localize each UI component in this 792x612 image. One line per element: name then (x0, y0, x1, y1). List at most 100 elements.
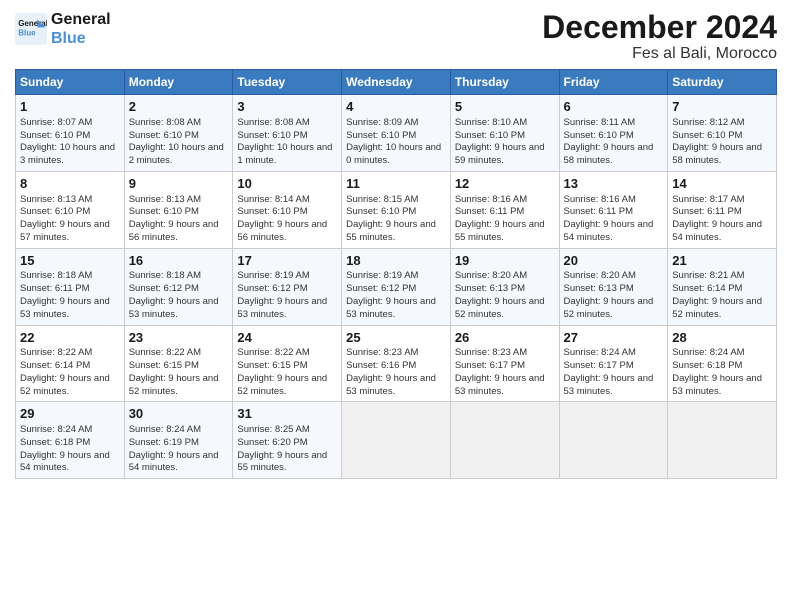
table-row: 4Sunrise: 8:09 AMSunset: 6:10 PMDaylight… (342, 95, 451, 172)
sunset-label: Sunset: 6:14 PM (672, 283, 742, 294)
table-row: 13Sunrise: 8:16 AMSunset: 6:11 PMDayligh… (559, 171, 668, 248)
sunrise-label: Sunrise: 8:09 AM (346, 117, 418, 128)
sunrise-label: Sunrise: 8:18 AM (129, 270, 201, 281)
sunrise-label: Sunrise: 8:13 AM (20, 194, 92, 205)
col-wednesday: Wednesday (342, 70, 451, 95)
calendar-week-row: 29Sunrise: 8:24 AMSunset: 6:18 PMDayligh… (16, 402, 777, 479)
day-number: 14 (672, 175, 772, 193)
sunrise-label: Sunrise: 8:19 AM (237, 270, 309, 281)
sunset-label: Sunset: 6:13 PM (564, 283, 634, 294)
table-row: 16Sunrise: 8:18 AM Sunset: 6:12 PM Dayligh… (124, 248, 233, 325)
sunset-label: Sunset: 6:20 PM (237, 437, 307, 448)
sunset-label: Sunset: 6:10 PM (129, 130, 199, 141)
daylight-label: Daylight: 9 hours and 54 minutes. (672, 219, 762, 243)
daylight-label: Daylight: 9 hours and 54 minutes. (20, 450, 110, 474)
sunset-label: Sunset: 6:12 PM (129, 283, 199, 294)
daylight-label: Daylight: 10 hours and 0 minutes. (346, 142, 441, 166)
sunrise-label: Sunrise: 8:20 AM (455, 270, 527, 281)
table-row: 30Sunrise: 8:24 AMSunset: 6:19 PMDayligh… (124, 402, 233, 479)
calendar-week-row: 22Sunrise: 8:22 AMSunset: 6:14 PMDayligh… (16, 325, 777, 402)
daylight-label: Daylight: 9 hours and 54 minutes. (129, 450, 219, 474)
table-row: 9Sunrise: 8:13 AMSunset: 6:10 PMDaylight… (124, 171, 233, 248)
day-number: 27 (564, 329, 664, 347)
sunrise-label: Sunrise: 8:07 AM (20, 117, 92, 128)
day-number: 16 (129, 252, 229, 270)
sunset-label: Sunset: 6:13 PM (455, 283, 525, 294)
daylight-label: Daylight: 9 hours and 53 minutes. (20, 296, 110, 320)
table-row: 19Sunrise: 8:20 AMSunset: 6:13 PMDayligh… (450, 248, 559, 325)
table-row: 22Sunrise: 8:22 AMSunset: 6:14 PMDayligh… (16, 325, 125, 402)
daylight-label: Daylight: 9 hours and 53 minutes. (129, 296, 219, 320)
daylight-label: Daylight: 9 hours and 53 minutes. (346, 373, 436, 397)
col-thursday: Thursday (450, 70, 559, 95)
daylight-label: Daylight: 9 hours and 58 minutes. (564, 142, 654, 166)
table-row: 8Sunrise: 8:13 AMSunset: 6:10 PMDaylight… (16, 171, 125, 248)
table-row: 28Sunrise: 8:24 AMSunset: 6:18 PMDayligh… (668, 325, 777, 402)
day-number: 10 (237, 175, 337, 193)
sunrise-label: Sunrise: 8:16 AM (564, 194, 636, 205)
sunset-label: Sunset: 6:12 PM (237, 283, 307, 294)
sunset-label: Sunset: 6:10 PM (672, 130, 742, 141)
day-number: 11 (346, 175, 446, 193)
sunrise-label: Sunrise: 8:24 AM (672, 347, 744, 358)
table-row: 27Sunrise: 8:24 AMSunset: 6:17 PMDayligh… (559, 325, 668, 402)
table-row: 15Sunrise: 8:18 AMSunset: 6:11 PMDayligh… (16, 248, 125, 325)
table-row: 5Sunrise: 8:10 AMSunset: 6:10 PMDaylight… (450, 95, 559, 172)
table-row: 6Sunrise: 8:11 AMSunset: 6:10 PMDaylight… (559, 95, 668, 172)
daylight-label: Daylight: 9 hours and 55 minutes. (346, 219, 436, 243)
day-number: 28 (672, 329, 772, 347)
table-row: 31Sunrise: 8:25 AMSunset: 6:20 PMDayligh… (233, 402, 342, 479)
sunset-label: Sunset: 6:10 PM (455, 130, 525, 141)
day-number: 13 (564, 175, 664, 193)
day-number: 19 (455, 252, 555, 270)
sunset-label: Sunset: 6:10 PM (346, 130, 416, 141)
table-row: 18Sunrise: 8:19 AMSunset: 6:12 PMDayligh… (342, 248, 451, 325)
sunrise-label: Sunrise: 8:24 AM (20, 424, 92, 435)
daylight-label: Daylight: 9 hours and 52 minutes. (237, 373, 327, 397)
calendar-table: Sunday Monday Tuesday Wednesday Thursday… (15, 69, 777, 479)
day-number: 25 (346, 329, 446, 347)
sunset-label: Sunset: 6:10 PM (564, 130, 634, 141)
daylight-label: Daylight: 9 hours and 52 minutes. (20, 373, 110, 397)
day-number: 5 (455, 98, 555, 116)
day-number: 8 (20, 175, 120, 193)
sunrise-label: Sunrise: 8:22 AM (20, 347, 92, 358)
sunset-label: Sunset: 6:12 PM (346, 283, 416, 294)
table-row (559, 402, 668, 479)
daylight-label: Daylight: 9 hours and 53 minutes. (564, 373, 654, 397)
table-row: 7Sunrise: 8:12 AMSunset: 6:10 PMDaylight… (668, 95, 777, 172)
table-row: 17Sunrise: 8:19 AMSunset: 6:12 PMDayligh… (233, 248, 342, 325)
sunrise-label: Sunrise: 8:22 AM (237, 347, 309, 358)
sunrise-label: Sunrise: 8:13 AM (129, 194, 201, 205)
calendar-week-row: 1Sunrise: 8:07 AMSunset: 6:10 PMDaylight… (16, 95, 777, 172)
sunset-label: Sunset: 6:16 PM (346, 360, 416, 371)
page-subtitle: Fes al Bali, Morocco (542, 45, 777, 63)
day-number: 30 (129, 405, 229, 423)
day-number: 24 (237, 329, 337, 347)
daylight-label: Daylight: 9 hours and 56 minutes. (129, 219, 219, 243)
daylight-label: Daylight: 9 hours and 56 minutes. (237, 219, 327, 243)
table-row: 10Sunrise: 8:14 AMSunset: 6:10 PMDayligh… (233, 171, 342, 248)
daylight-label: Daylight: 9 hours and 54 minutes. (564, 219, 654, 243)
sunrise-label: Sunrise: 8:20 AM (564, 270, 636, 281)
daylight-label: Daylight: 9 hours and 53 minutes. (672, 373, 762, 397)
daylight-label: Daylight: 9 hours and 52 minutes. (564, 296, 654, 320)
sunrise-label: Sunrise: 8:10 AM (455, 117, 527, 128)
table-row: 24Sunrise: 8:22 AM Sunset: 6:15 PM Dayligh… (233, 325, 342, 402)
daylight-label: Daylight: 10 hours and 1 minute. (237, 142, 332, 166)
day-number: 1 (20, 98, 120, 116)
sunrise-label: Sunrise: 8:22 AM (129, 347, 201, 358)
sunset-label: Sunset: 6:11 PM (455, 206, 525, 217)
svg-text:Blue: Blue (18, 29, 36, 38)
sunrise-label: Sunrise: 8:21 AM (672, 270, 744, 281)
logo-icon: General Blue (15, 13, 47, 45)
sunset-label: Sunset: 6:15 PM (237, 360, 307, 371)
page-title: December 2024 (542, 10, 777, 45)
sunset-label: Sunset: 6:10 PM (20, 130, 90, 141)
daylight-label: Daylight: 9 hours and 52 minutes. (672, 296, 762, 320)
sunrise-label: Sunrise: 8:25 AM (237, 424, 309, 435)
day-number: 26 (455, 329, 555, 347)
sunset-label: Sunset: 6:17 PM (455, 360, 525, 371)
daylight-label: Daylight: 9 hours and 53 minutes. (346, 296, 436, 320)
table-row: 21Sunrise: 8:21 AMSunset: 6:14 PMDayligh… (668, 248, 777, 325)
